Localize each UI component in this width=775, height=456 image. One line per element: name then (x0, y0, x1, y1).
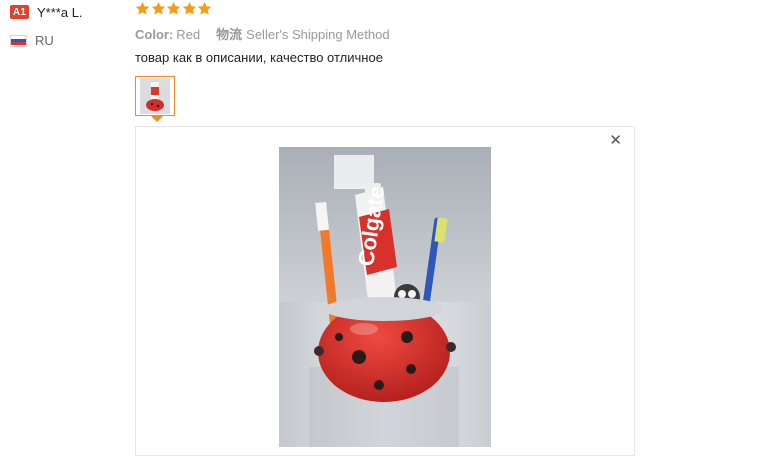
close-icon[interactable]: ✕ (609, 132, 622, 150)
photo-viewer: ✕ Colgate (135, 126, 635, 456)
country-flag-icon (10, 34, 27, 47)
reviewer-info: A1 Y***a L. RU (10, 4, 125, 48)
reviewer-country: RU (35, 33, 54, 48)
color-value: Red (176, 27, 201, 42)
thumbnail-image (140, 78, 170, 114)
star-icon (197, 1, 212, 15)
star-icon (135, 1, 150, 15)
thumbnail-pointer (151, 116, 163, 122)
star-rating (135, 1, 213, 16)
buyer-level-badge: A1 (10, 5, 29, 19)
color-label: Color: (135, 27, 174, 42)
review-text: товар как в описании, качество отличное (135, 50, 383, 65)
star-icon (182, 1, 196, 15)
shipping-label: 物流 (216, 27, 243, 42)
review-photo-thumbnail[interactable] (135, 76, 175, 116)
shipping-value: Seller's Shipping Method (246, 27, 390, 42)
review-meta: Color: Red 物流 Seller's Shipping Method (135, 24, 390, 43)
star-icon (151, 1, 165, 15)
review-photo: Colgate (279, 147, 491, 447)
star-icon (166, 1, 181, 15)
reviewer-name: Y***a L. (37, 4, 83, 20)
